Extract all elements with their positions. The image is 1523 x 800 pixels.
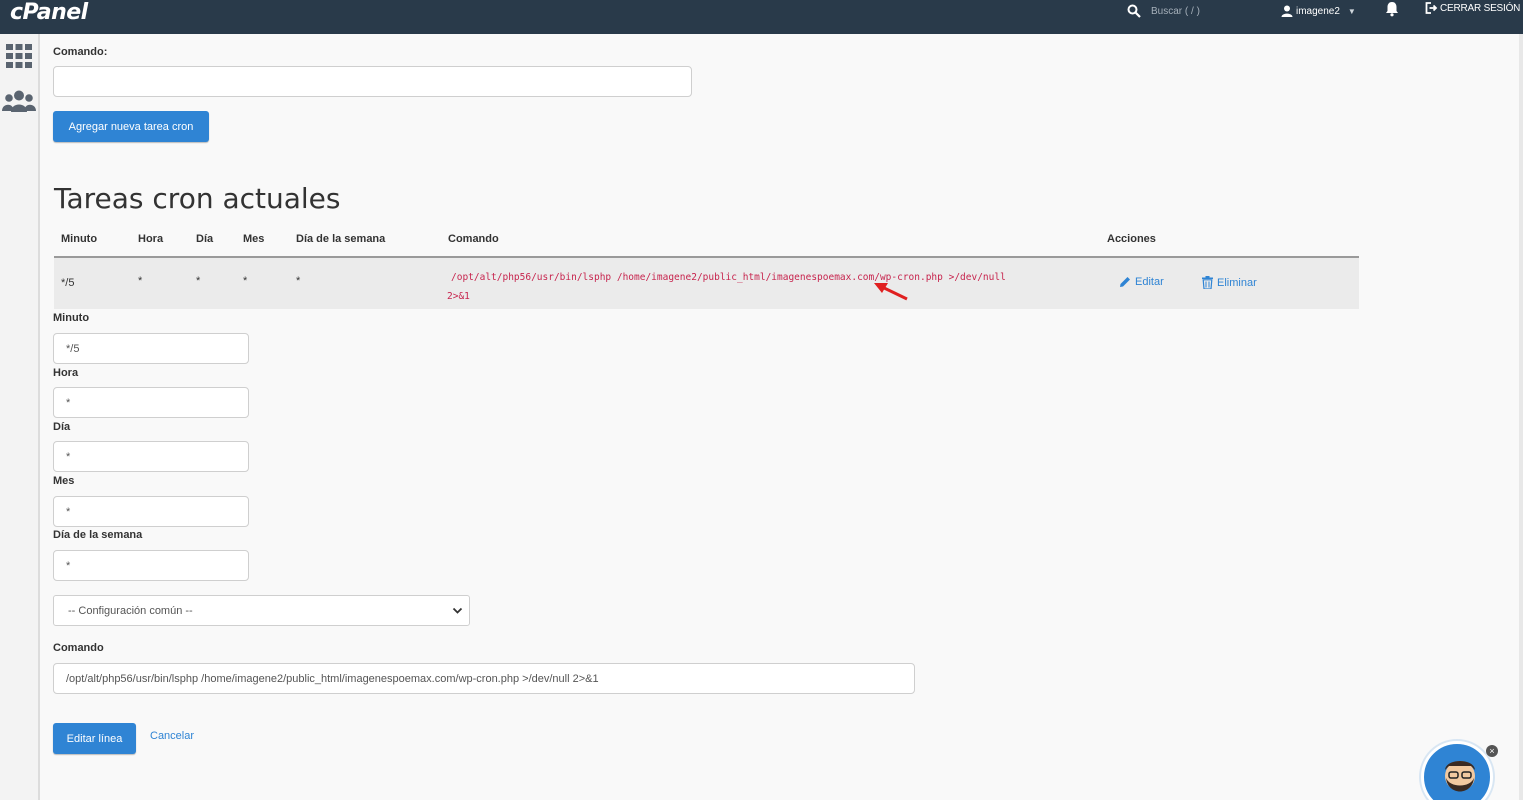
weekday-label: Día de la semana <box>53 529 143 541</box>
users-button[interactable] <box>2 90 36 117</box>
notifications-button[interactable] <box>1385 1 1399 22</box>
command-line-2: 2>&1 <box>447 291 470 302</box>
cell-hour: * <box>138 275 143 287</box>
column-header-command: Comando <box>448 233 499 245</box>
cell-weekday: * <box>296 275 301 287</box>
column-header-minute: Minuto <box>61 233 98 245</box>
grid-icon <box>6 44 32 68</box>
logout-label: CERRAR SESIÓN <box>1440 2 1521 14</box>
edit-link[interactable]: Editar <box>1119 276 1164 288</box>
column-header-weekday: Día de la semana <box>296 233 386 245</box>
side-rail <box>0 34 40 800</box>
scrollbar-track[interactable] <box>1519 34 1523 800</box>
column-header-month: Mes <box>243 233 265 245</box>
users-icon <box>2 90 36 112</box>
day-label: Día <box>53 421 71 433</box>
logout-button[interactable]: CERRAR SESIÓN <box>1425 2 1520 14</box>
add-cron-job-button[interactable]: Agregar nueva tarea cron <box>53 111 209 142</box>
month-label: Mes <box>53 475 75 487</box>
cell-minute: */5 <box>61 277 75 289</box>
close-icon[interactable]: × <box>1486 745 1498 757</box>
user-menu[interactable]: imagene2 ▼ <box>1281 3 1356 19</box>
chevron-down-icon <box>452 607 463 614</box>
support-avatar-icon <box>1445 761 1475 792</box>
delete-label: Eliminar <box>1217 276 1257 289</box>
common-settings-select[interactable]: -- Configuración común -- <box>53 595 470 626</box>
top-bar: cPanel Buscar ( / ) imagene2 ▼ CERRAR SE… <box>0 0 1523 34</box>
day-input[interactable]: * <box>53 441 249 472</box>
edit-command-input[interactable]: /opt/alt/php56/usr/bin/lsphp /home/image… <box>53 663 915 694</box>
weekday-input[interactable]: * <box>53 550 249 581</box>
search-icon <box>1127 4 1141 18</box>
cpanel-logo[interactable]: cPanel <box>10 0 88 25</box>
month-input[interactable]: * <box>53 496 249 527</box>
minute-label: Minuto <box>53 312 90 324</box>
hour-input[interactable]: * <box>53 387 249 418</box>
minute-input[interactable]: */5 <box>53 333 249 364</box>
new-command-input[interactable] <box>53 66 692 97</box>
common-settings-value: -- Configuración común -- <box>68 604 193 617</box>
username: imagene2 <box>1296 5 1340 17</box>
edit-label: Editar <box>1135 276 1164 288</box>
delete-link[interactable]: Eliminar <box>1202 276 1257 289</box>
hour-label: Hora <box>53 367 79 379</box>
cell-command: /opt/alt/php56/usr/bin/lsphp /home/image… <box>447 268 1077 306</box>
main-content: Comando: Agregar nueva tarea cron Tareas… <box>40 34 1523 800</box>
pencil-icon <box>1120 277 1130 287</box>
command-label: Comando: <box>53 46 108 58</box>
cell-day: * <box>196 275 201 287</box>
red-arrow-annotation <box>874 283 908 301</box>
chevron-down-icon: ▼ <box>1347 6 1356 16</box>
column-header-day: Día <box>196 233 214 245</box>
command-line-1: /opt/alt/php56/usr/bin/lsphp /home/image… <box>451 272 1006 283</box>
current-cron-jobs-heading: Tareas cron actuales <box>54 182 341 215</box>
user-icon <box>1281 5 1293 17</box>
cell-month: * <box>243 275 248 287</box>
apps-grid-button[interactable] <box>6 44 32 73</box>
search-placeholder: Buscar ( / ) <box>1151 5 1200 17</box>
cancel-link[interactable]: Cancelar <box>150 730 194 742</box>
column-header-hour: Hora <box>138 233 164 245</box>
column-header-actions: Acciones <box>1107 233 1156 245</box>
trash-icon <box>1202 276 1213 289</box>
logout-icon <box>1425 2 1438 14</box>
bell-icon <box>1386 2 1398 17</box>
search-box[interactable]: Buscar ( / ) <box>1127 3 1200 19</box>
save-edit-button[interactable]: Editar línea <box>53 723 136 754</box>
edit-command-label: Comando <box>53 642 104 654</box>
